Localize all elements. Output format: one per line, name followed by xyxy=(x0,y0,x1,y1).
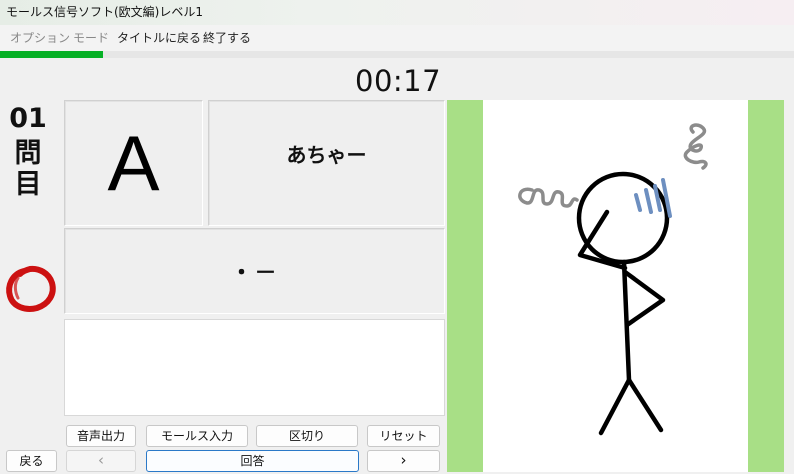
answer-input-area[interactable] xyxy=(64,319,445,416)
figure-arm-side xyxy=(622,269,666,328)
audio-output-button[interactable]: 音声出力 xyxy=(66,425,136,447)
mnemonic-panel: あちゃー xyxy=(208,100,445,226)
scribble-left-icon xyxy=(518,187,579,208)
timer-display: 00:17 xyxy=(355,64,442,98)
scribble-right-icon xyxy=(683,123,708,170)
menu-item-back-to-title[interactable]: タイトルに戻る xyxy=(117,25,201,51)
mnemonic-word: あちゃー xyxy=(286,143,367,167)
question-label-char: 問 xyxy=(14,138,42,169)
figure-legs xyxy=(598,377,664,436)
prev-button[interactable]: ‹ xyxy=(66,450,136,472)
app-window: モールス信号ソフト(欧文編)レベル1 オプション モード タイトルに戻る 終了す… xyxy=(0,0,794,474)
answer-button[interactable]: 回答 xyxy=(146,450,359,472)
next-button[interactable]: › xyxy=(367,450,440,472)
menu-item-mode[interactable]: モード xyxy=(73,25,109,51)
progress-bar xyxy=(0,51,794,58)
letter-panel: A xyxy=(64,100,203,226)
menu-item-quit[interactable]: 終了する xyxy=(203,25,251,51)
menu-item-options[interactable]: オプション xyxy=(10,25,70,51)
question-label-text: 問目 xyxy=(10,138,46,200)
back-button[interactable]: 戻る xyxy=(6,450,57,472)
separator-button[interactable]: 区切り xyxy=(256,425,358,447)
menu-bar: オプション モード タイトルに戻る 終了する xyxy=(0,25,794,51)
window-title: モールス信号ソフト(欧文編)レベル1 xyxy=(0,0,794,25)
stick-figure-drawing xyxy=(518,123,708,436)
morse-code-panel: ・－ xyxy=(64,228,445,314)
morse-input-button[interactable]: モールス入力 xyxy=(146,425,248,447)
mnemonic-illustration xyxy=(447,100,784,472)
question-label-char: 目 xyxy=(14,169,42,200)
current-letter: A xyxy=(107,119,160,207)
question-label: 問目 xyxy=(10,138,46,200)
reset-button[interactable]: リセット xyxy=(367,425,440,447)
figure-body xyxy=(621,259,632,383)
correct-circle-icon xyxy=(6,265,56,312)
morse-code: ・－ xyxy=(230,261,279,286)
progress-fill xyxy=(0,51,104,58)
question-number: 01 xyxy=(9,103,47,134)
